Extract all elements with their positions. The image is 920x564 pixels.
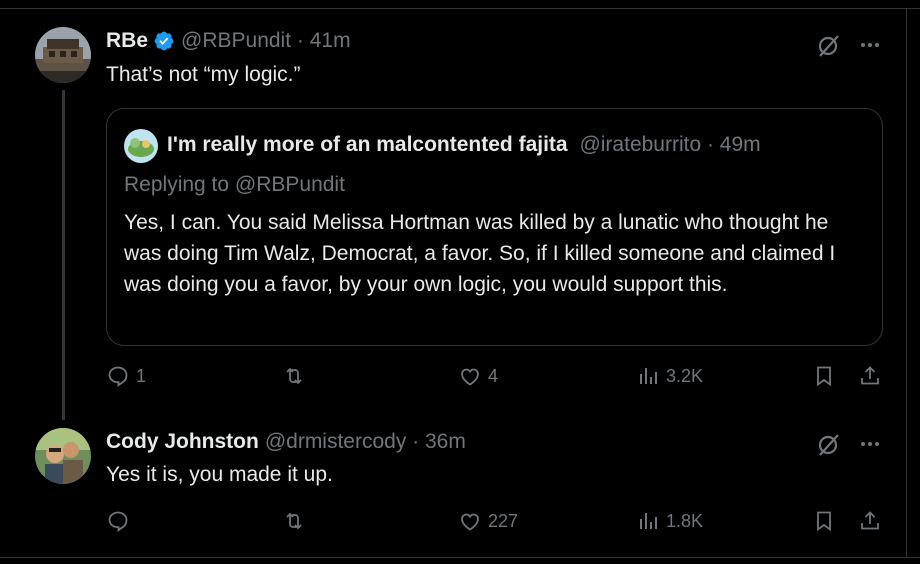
share-button[interactable]: [858, 509, 882, 533]
bottom-divider: [0, 557, 920, 558]
views-icon: [640, 513, 657, 529]
author-handle-time[interactable]: @RBPundit · 41m: [181, 29, 351, 53]
tweet2-text: Yes it is, you made it up.: [106, 463, 333, 486]
thread-line: [62, 90, 65, 420]
share-button[interactable]: [858, 364, 882, 388]
quoted-header: I'm really more of an malcontented fajit…: [167, 133, 761, 157]
share-icon: [861, 511, 879, 530]
like-button[interactable]: 227: [458, 509, 518, 533]
reply-count: 1: [136, 365, 147, 386]
author-name[interactable]: Cody Johnston: [106, 430, 259, 454]
reply-button[interactable]: 1: [106, 364, 146, 388]
quoted-tweet[interactable]: I'm really more of an malcontented fajit…: [106, 108, 883, 346]
avatar-rbe[interactable]: [35, 27, 91, 83]
tweet1-text: That’s not “my logic.”: [106, 63, 301, 86]
more-icon[interactable]: [858, 33, 882, 57]
views-button[interactable]: 3.2K: [636, 364, 703, 388]
views-button[interactable]: 1.8K: [636, 509, 703, 533]
like-count: 227: [488, 510, 519, 531]
quoted-text: Yes, I can. You said Melissa Hortman was…: [124, 211, 836, 296]
like-button[interactable]: 4: [458, 364, 498, 388]
retweet-icon: [286, 512, 302, 530]
reply-icon: [108, 511, 128, 532]
replying-to: Replying to @RBPundit: [124, 173, 345, 196]
like-icon: [461, 513, 479, 531]
views-count: 3.2K: [666, 365, 704, 386]
retweet-button[interactable]: [282, 364, 312, 388]
avatar-cody-johnston[interactable]: [35, 428, 91, 484]
views-icon: [640, 368, 657, 384]
grok-icon[interactable]: [816, 431, 842, 457]
tweet2-header: Cody Johnston @drmistercody · 36m: [106, 430, 466, 454]
like-count: 4: [488, 365, 499, 386]
more-icon[interactable]: [858, 432, 882, 456]
author-name[interactable]: RBe: [106, 29, 148, 53]
bookmark-button[interactable]: [812, 509, 836, 533]
like-icon: [461, 368, 479, 386]
tweet1-actions: 1 4 3.2K: [106, 364, 896, 394]
quoted-author-name: I'm really more of an malcontented fajit…: [167, 133, 568, 156]
top-divider: [0, 8, 920, 9]
retweet-button[interactable]: [282, 509, 312, 533]
verified-badge-icon: [154, 31, 174, 51]
views-count: 1.8K: [666, 510, 704, 531]
quoted-avatar: [124, 129, 158, 163]
author-handle-time[interactable]: @drmistercody · 36m: [265, 430, 466, 454]
reply-button[interactable]: [106, 509, 136, 533]
tweet1-header: RBe @RBPundit · 41m: [106, 29, 351, 53]
reply-icon: [108, 366, 128, 387]
bookmark-icon: [817, 366, 831, 387]
bookmark-icon: [817, 511, 831, 532]
bookmark-button[interactable]: [812, 364, 836, 388]
grok-icon[interactable]: [816, 32, 842, 58]
right-divider: [906, 8, 907, 558]
retweet-icon: [286, 367, 302, 385]
quoted-handle-time: @irateburrito · 49m: [579, 133, 761, 156]
share-icon: [861, 366, 879, 385]
tweet2-actions: 227 1.8K: [106, 509, 896, 539]
